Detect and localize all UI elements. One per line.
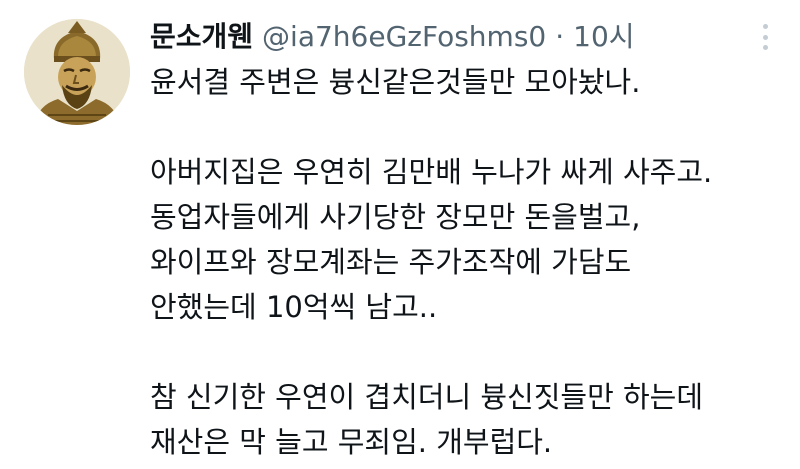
tweet: 문소개웬 @ia7h6eGzFoshms0 · 10시 윤서결 주변은 븅신같은… — [0, 0, 800, 469]
tweet-line: 안했는데 10억씩 남고.. — [150, 290, 438, 324]
more-options-vertical-icon — [762, 24, 768, 29]
tweet-line: 아버지집은 우연히 김만배 누나가 싸게 사주고. — [150, 155, 713, 189]
tweet-line: 윤서결 주변은 븅신같은것들만 모아놨나. — [150, 65, 641, 99]
tweet-timestamp[interactable]: 10시 — [573, 17, 634, 57]
avatar[interactable] — [24, 19, 130, 125]
tweet-line: 참 신기한 우연이 겹치더니 븅신짓들만 하는데 — [150, 380, 704, 414]
tweet-line: 재산은 막 늘고 무죄임. 개부럽다. — [150, 425, 553, 459]
separator-dot: · — [555, 20, 565, 53]
user-handle[interactable]: @ia7h6eGzFoshms0 — [262, 17, 546, 57]
tweet-line: 와이프와 장모계좌는 주가조작에 가담도 — [150, 245, 632, 279]
more-options-button[interactable] — [756, 22, 774, 52]
tweet-line: 동업자들에게 사기당한 장모만 돈을벌고, — [150, 200, 641, 234]
tweet-text: 윤서결 주변은 븅신같은것들만 모아놨나. 아버지집은 우연히 김만배 누나가 … — [150, 60, 780, 465]
tweet-header: 문소개웬 @ia7h6eGzFoshms0 · 10시 — [150, 17, 635, 57]
warrior-statue-avatar-icon — [24, 19, 130, 125]
display-name[interactable]: 문소개웬 — [150, 17, 253, 57]
